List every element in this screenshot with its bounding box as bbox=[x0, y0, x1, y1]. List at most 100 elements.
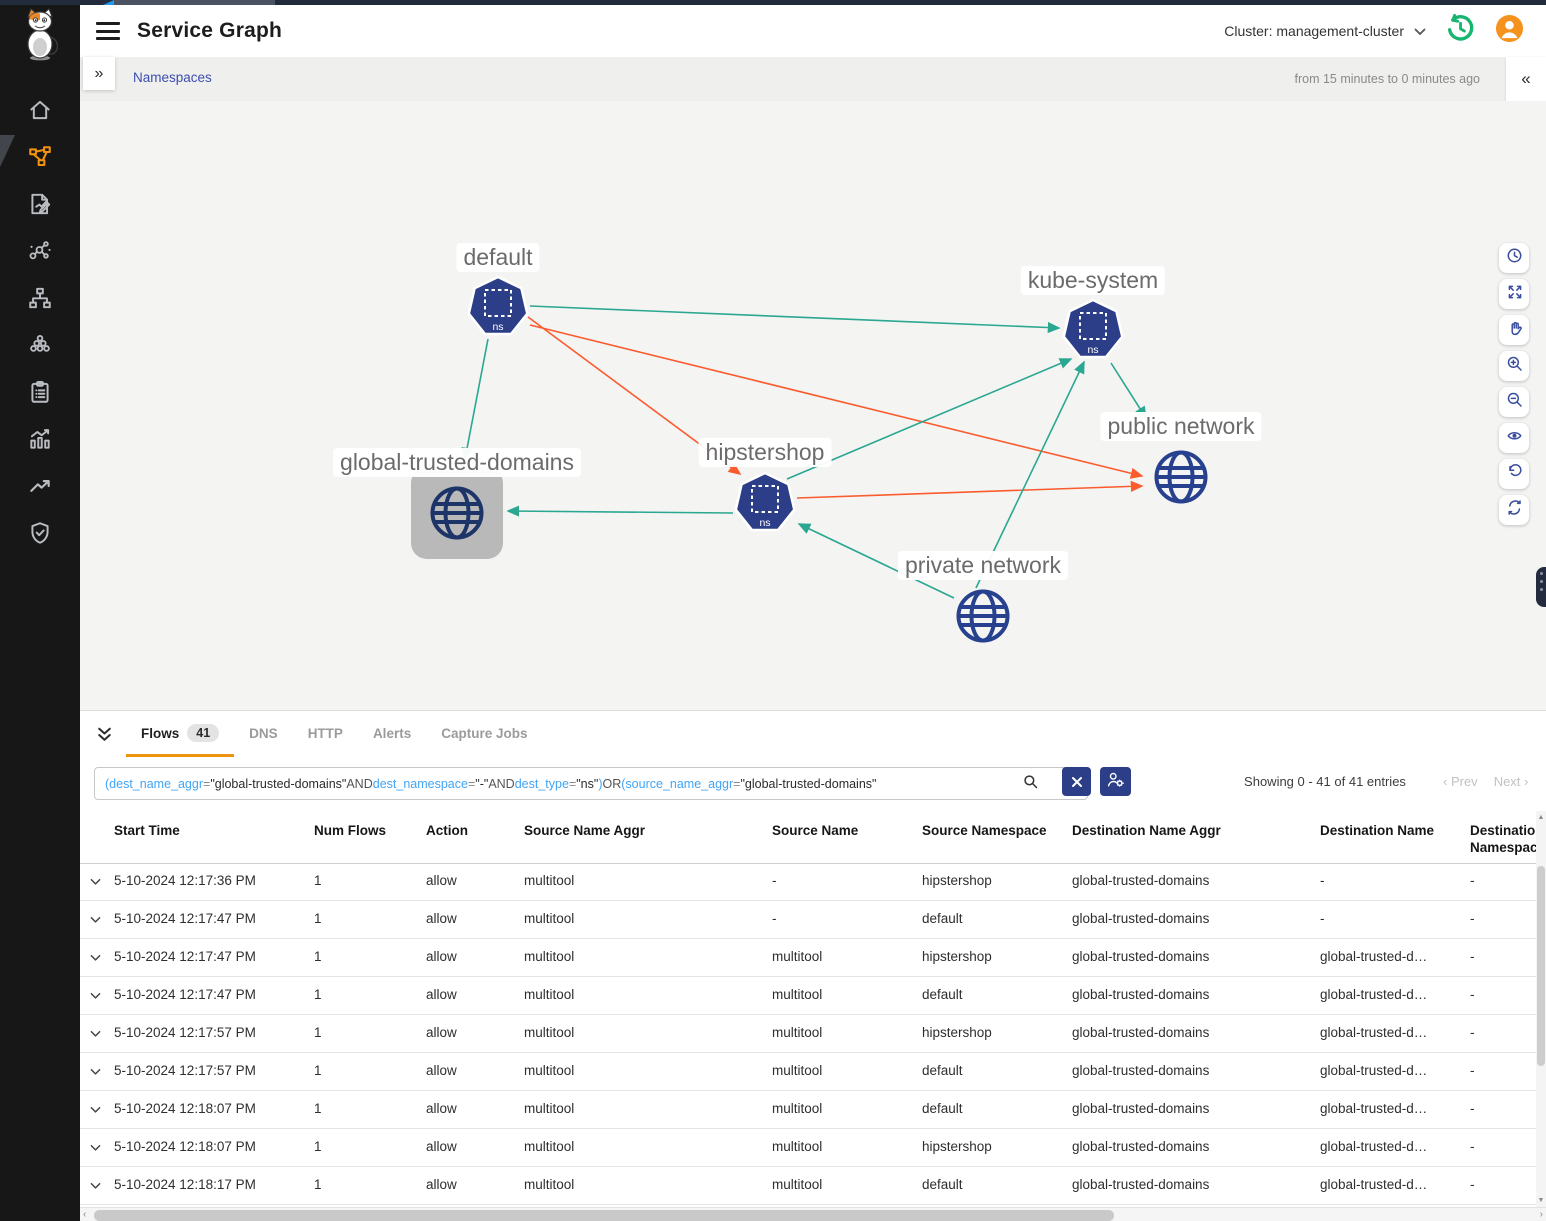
table-cell: multitool bbox=[524, 939, 772, 976]
graph-tool-pan-button[interactable] bbox=[1499, 315, 1529, 345]
column-header[interactable]: Destination Namespace bbox=[1470, 822, 1546, 856]
table-cell: allow bbox=[426, 1091, 524, 1128]
service-graph-canvas[interactable]: nsnsns defaultkube-systemglobal-trusted-… bbox=[80, 101, 1546, 710]
sidebar-item-home[interactable] bbox=[27, 99, 54, 125]
cluster-selector[interactable]: Cluster: management-cluster bbox=[1224, 23, 1426, 39]
graph-tool-fit-button[interactable] bbox=[1499, 279, 1529, 309]
table-cell: 1 bbox=[314, 939, 426, 976]
column-header[interactable]: Source Name bbox=[772, 822, 922, 856]
tab-capture-jobs[interactable]: Capture Jobs bbox=[426, 711, 542, 757]
vertical-scrollbar[interactable]: ▲ ▼ bbox=[1536, 811, 1546, 1207]
graph-tool-zoom-in-button[interactable] bbox=[1499, 351, 1529, 381]
column-header[interactable]: Source Name Aggr bbox=[524, 822, 772, 856]
tab-alerts[interactable]: Alerts bbox=[358, 711, 426, 757]
table-row[interactable]: 5-10-2024 12:18:07 PM1allowmultitoolmult… bbox=[80, 1129, 1546, 1167]
home-icon bbox=[27, 97, 53, 128]
graph-node-public-network[interactable] bbox=[1150, 446, 1212, 508]
table-cell: - bbox=[1470, 1053, 1546, 1090]
graph-tool-time-button[interactable] bbox=[1499, 243, 1529, 273]
graph-tool-refresh-button[interactable] bbox=[1499, 495, 1529, 525]
sidebar-item-service-graph[interactable] bbox=[27, 146, 54, 172]
vertical-scrollbar-thumb[interactable] bbox=[1537, 866, 1545, 1066]
collapse-panel-button[interactable]: « bbox=[1506, 57, 1546, 101]
sidebar-item-threat-defense[interactable] bbox=[27, 522, 54, 548]
sidebar-item-endpoints[interactable] bbox=[27, 240, 54, 266]
tab-flows[interactable]: Flows41 bbox=[126, 711, 234, 757]
sidebar-item-dashboards[interactable] bbox=[27, 428, 54, 454]
zoom-out-icon bbox=[1506, 391, 1523, 413]
drawer-handle[interactable] bbox=[1536, 567, 1546, 607]
table-row[interactable]: 5-10-2024 12:17:47 PM1allowmultitoolmult… bbox=[80, 939, 1546, 977]
table-row[interactable]: 5-10-2024 12:17:36 PM1allowmultitool-hip… bbox=[80, 863, 1546, 901]
table-row[interactable]: 5-10-2024 12:17:57 PM1allowmultitoolmult… bbox=[80, 1015, 1546, 1053]
calico-cat-logo bbox=[17, 7, 63, 61]
trend-icon bbox=[27, 473, 53, 504]
graph-node-hipstershop[interactable]: ns bbox=[733, 471, 797, 535]
table-cell: - bbox=[772, 863, 922, 900]
column-header[interactable]: Num Flows bbox=[314, 822, 426, 856]
prev-page-button[interactable]: ‹ Prev bbox=[1443, 774, 1478, 789]
graph-node-global-trusted-domains[interactable] bbox=[426, 482, 488, 544]
graph-tool-zoom-out-button[interactable] bbox=[1499, 387, 1529, 417]
customize-columns-button[interactable] bbox=[1100, 767, 1131, 796]
column-header[interactable]: Start Time bbox=[114, 822, 314, 856]
row-expander-icon[interactable] bbox=[90, 1167, 114, 1204]
tab-http[interactable]: HTTP bbox=[293, 711, 358, 757]
graph-node-private-network[interactable] bbox=[952, 585, 1014, 647]
shield-check-icon bbox=[27, 520, 53, 551]
table-cell: default bbox=[922, 977, 1072, 1014]
table-row[interactable]: 5-10-2024 12:18:07 PM1allowmultitoolmult… bbox=[80, 1091, 1546, 1129]
history-icon bbox=[1445, 31, 1476, 48]
row-expander-icon[interactable] bbox=[90, 1015, 114, 1052]
row-expander-icon[interactable] bbox=[90, 939, 114, 976]
next-page-button[interactable]: Next › bbox=[1494, 774, 1529, 789]
horizontal-scrollbar-thumb[interactable] bbox=[94, 1210, 1114, 1221]
row-expander-icon[interactable] bbox=[90, 977, 114, 1014]
column-header[interactable] bbox=[90, 822, 114, 856]
row-expander-icon[interactable] bbox=[90, 1091, 114, 1128]
sidebar-item-clusters[interactable] bbox=[27, 334, 54, 360]
graph-tool-eye-button[interactable] bbox=[1499, 423, 1529, 453]
table-row[interactable]: 5-10-2024 12:17:57 PM1allowmultitoolmult… bbox=[80, 1053, 1546, 1091]
row-expander-icon[interactable] bbox=[90, 1129, 114, 1166]
table-cell: multitool bbox=[772, 1167, 922, 1204]
hamburger-menu-button[interactable] bbox=[96, 22, 120, 40]
history-button[interactable] bbox=[1445, 13, 1476, 49]
table-cell: hipstershop bbox=[922, 863, 1072, 900]
filter-input[interactable]: (dest_name_aggr = "global-trusted-domain… bbox=[94, 767, 1088, 800]
collapse-flows-icon[interactable] bbox=[95, 725, 114, 744]
table-cell: allow bbox=[426, 901, 524, 938]
table-cell: - bbox=[772, 901, 922, 938]
horizontal-scrollbar[interactable]: ‹ › bbox=[80, 1207, 1546, 1221]
table-cell: 5-10-2024 12:17:57 PM bbox=[114, 1053, 314, 1090]
cluster-selector-label: Cluster: management-cluster bbox=[1224, 23, 1404, 39]
table-cell: default bbox=[922, 1091, 1072, 1128]
graph-tool-undo-button[interactable] bbox=[1499, 459, 1529, 489]
tab-dns[interactable]: DNS bbox=[234, 711, 293, 757]
breadcrumb[interactable]: Namespaces bbox=[133, 70, 212, 85]
sidebar-item-compliance[interactable] bbox=[27, 381, 54, 407]
expand-panel-button[interactable]: » bbox=[83, 57, 115, 90]
row-expander-icon[interactable] bbox=[90, 863, 114, 900]
row-expander-icon[interactable] bbox=[90, 1053, 114, 1090]
sidebar-item-trends[interactable] bbox=[27, 475, 54, 501]
sidebar-item-policies[interactable] bbox=[27, 193, 54, 219]
column-header[interactable]: Source Namespace bbox=[922, 822, 1072, 856]
table-cell: - bbox=[1470, 1129, 1546, 1166]
table-row[interactable]: 5-10-2024 12:17:47 PM1allowmultitool-def… bbox=[80, 901, 1546, 939]
user-avatar[interactable] bbox=[1495, 14, 1524, 48]
table-cell: 5-10-2024 12:18:07 PM bbox=[114, 1091, 314, 1128]
svg-text:ns: ns bbox=[759, 517, 770, 529]
graph-node-kube-system[interactable]: ns bbox=[1061, 298, 1125, 362]
row-expander-icon[interactable] bbox=[90, 901, 114, 938]
table-row[interactable]: 5-10-2024 12:17:47 PM1allowmultitoolmult… bbox=[80, 977, 1546, 1015]
table-cell: 5-10-2024 12:17:57 PM bbox=[114, 1015, 314, 1052]
column-header[interactable]: Action bbox=[426, 822, 524, 856]
table-cell: global-trusted-domains bbox=[1072, 939, 1320, 976]
sidebar-item-network-topology[interactable] bbox=[27, 287, 54, 313]
table-row[interactable]: 5-10-2024 12:18:17 PM1allowmultitoolmult… bbox=[80, 1167, 1546, 1205]
graph-node-default[interactable]: ns bbox=[466, 275, 530, 339]
column-header[interactable]: Destination Name Aggr bbox=[1072, 822, 1320, 856]
clear-filter-button[interactable] bbox=[1062, 767, 1091, 796]
column-header[interactable]: Destination Name bbox=[1320, 822, 1470, 856]
